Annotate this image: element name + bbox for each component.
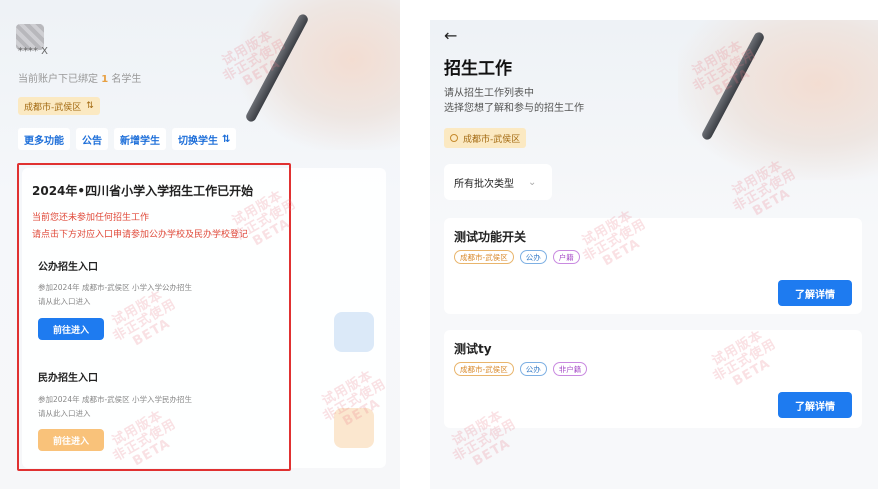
page-title: 招生工作 bbox=[444, 59, 512, 79]
type-tag: 公办 bbox=[519, 362, 547, 376]
swap-icon: ⇅ bbox=[222, 133, 231, 145]
household-tag: 非户籍 bbox=[552, 362, 588, 376]
page-subtitle-2: 选择您想了解和参与的招生工作 bbox=[444, 103, 584, 114]
list-item[interactable]: 测试ty 成都市-武侯区 公办 非户籍 了解详情 bbox=[444, 330, 862, 428]
public-illustration bbox=[334, 312, 374, 352]
region-tag: 成都市-武侯区 bbox=[454, 362, 514, 376]
announcement-button[interactable]: 公告 bbox=[76, 128, 108, 150]
more-functions-button[interactable]: 更多功能 bbox=[18, 128, 70, 150]
batch-type-dropdown[interactable]: 所有批次类型 ⌄ bbox=[444, 164, 552, 200]
chevron-down-icon: ⌄ bbox=[528, 176, 537, 188]
swap-icon: ⇅ bbox=[86, 101, 94, 111]
details-button[interactable]: 了解详情 bbox=[778, 280, 852, 306]
arrow-left-icon[interactable]: ← bbox=[444, 26, 457, 45]
item-title: 测试功能开关 bbox=[454, 230, 527, 244]
right-phone-screen: ← 招生工作 请从招生工作列表中 选择您想了解和参与的招生工作 成都市-武侯区 … bbox=[430, 20, 878, 489]
add-student-button[interactable]: 新增学生 bbox=[114, 128, 166, 150]
user-name: **** X bbox=[18, 46, 49, 57]
highlight-box bbox=[17, 163, 291, 471]
private-illustration bbox=[334, 408, 374, 448]
header-illustration bbox=[240, 0, 400, 150]
item-title: 测试ty bbox=[454, 342, 492, 356]
bound-students-text: 当前账户下已绑定 1 名学生 bbox=[18, 74, 142, 85]
details-button[interactable]: 了解详情 bbox=[778, 392, 852, 418]
type-tag: 公办 bbox=[519, 250, 547, 264]
location-selector[interactable]: 成都市-武侯区 ⇅ bbox=[18, 97, 100, 115]
region-tag: 成都市-武侯区 bbox=[454, 250, 514, 264]
location-selector[interactable]: 成都市-武侯区 bbox=[444, 128, 527, 148]
household-tag: 户籍 bbox=[552, 250, 580, 264]
left-phone-screen: **** X 当前账户下已绑定 1 名学生 成都市-武侯区 ⇅ 更多功能 公告 … bbox=[0, 0, 400, 489]
header-illustration bbox=[678, 20, 878, 180]
switch-student-button[interactable]: 切换学生 ⇅ bbox=[172, 128, 237, 150]
list-item[interactable]: 测试功能开关 成都市-武侯区 公办 户籍 了解详情 bbox=[444, 218, 862, 314]
location-icon bbox=[450, 134, 458, 142]
page-subtitle-1: 请从招生工作列表中 bbox=[444, 88, 534, 99]
